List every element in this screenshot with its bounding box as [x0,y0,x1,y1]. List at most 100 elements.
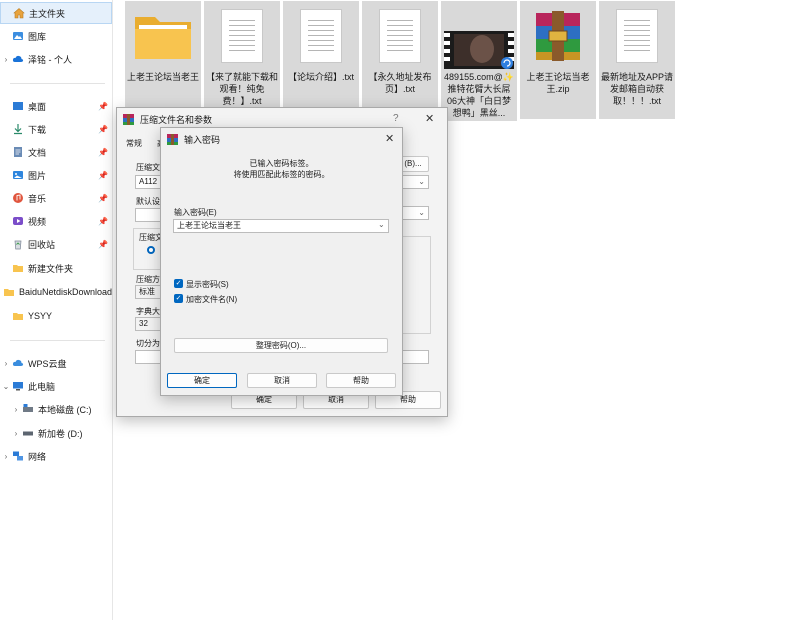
tab-general[interactable]: 常规 [126,138,142,149]
sidebar-item-label: 回收站 [28,239,56,250]
cloud-icon [12,357,24,369]
sidebar-item-label: 下载 [28,124,47,135]
sidebar-item-network[interactable]: › 网络 [0,445,112,467]
ok-button[interactable]: 确定 [167,373,237,388]
compression-method-label: 压缩方 [136,275,160,284]
encrypt-filenames-label: 加密文件名(N) [186,295,238,304]
video-thumbnail [444,31,514,69]
home-icon [13,7,25,19]
file-tile-txt[interactable]: 【来了就能下载和观看！纯免费！】.txt [204,1,280,119]
file-tile-video[interactable]: 489155.com@✨推特花臂大长屌06大神「白日梦想鸭」黑丝... [441,1,517,121]
text-file-icon [616,9,658,63]
sidebar-item-music[interactable]: 音乐 📌 [0,187,112,209]
text-file-icon [221,9,263,63]
show-password-label: 显示密码(S) [186,280,229,289]
file-tile-folder[interactable]: 上老王论坛当老王 [125,1,201,119]
sidebar-item-label: 新加卷 (D:) [38,428,83,439]
sidebar-item-drive-d[interactable]: › 新加卷 (D:) [0,422,112,444]
format-radio[interactable] [147,246,155,254]
pin-icon: 📌 [98,147,108,157]
chevron-right-icon[interactable]: › [0,452,12,461]
document-icon [12,146,24,158]
message-line: 已输入密码标签。 [249,159,314,168]
sidebar-item-label: 本地磁盘 (C:) [38,404,92,415]
folder-icon [135,17,191,59]
chevron-right-icon[interactable]: › [10,429,22,438]
sidebar-item-baidunetdisk[interactable]: BaiduNetdiskDownload [0,281,112,303]
text-file-icon [300,9,342,63]
password-input[interactable]: 上老王论坛当老王 [173,219,389,233]
desktop-icon [12,100,24,112]
cancel-button[interactable]: 取消 [247,373,317,388]
picture-icon [12,169,24,181]
sidebar-item-documents[interactable]: 文档 📌 [0,141,112,163]
password-message: 已输入密码标签。 将使用匹配此标签的密码。 [161,158,402,180]
file-tile-txt[interactable]: 【永久地址发布页】.txt [362,1,438,119]
file-tile-txt[interactable]: 【论坛介绍】.txt [283,1,359,119]
dialog-title: 压缩文件名和参数 [140,114,213,125]
sidebar-item-label: YSYY [28,311,53,321]
dialog-title: 输入密码 [184,134,221,145]
sidebar-item-label: 主文件夹 [29,8,66,19]
sidebar-item-label: 泽铭 - 个人 [28,54,72,65]
sidebar-item-gallery[interactable]: 图库 [0,25,112,47]
sidebar-item-label: 桌面 [28,101,47,112]
sidebar-divider [10,340,105,341]
sidebar-item-label: WPS云盘 [28,358,67,369]
winrar-icon [167,133,178,145]
sidebar-item-label: 网络 [28,451,47,462]
file-name: 489155.com@✨推特花臂大长屌06大神「白日梦想鸭」黑丝... [444,72,514,118]
video-icon [12,215,24,227]
close-icon[interactable]: ✕ [425,112,434,125]
winrar-archive-icon [536,11,580,61]
pin-icon: 📌 [98,170,108,180]
file-name: 【论坛介绍】.txt [287,72,354,82]
chevron-down-icon[interactable]: ⌄ [378,220,385,229]
computer-icon [12,380,24,392]
password-label: 输入密码(E) [174,208,217,217]
dialog-titlebar: 输入密码 [161,128,402,150]
sidebar-item-videos[interactable]: 视频 📌 [0,210,112,232]
recycle-bin-icon [12,238,24,250]
show-password-checkbox[interactable]: ✓ [174,279,183,288]
sidebar-item-label: BaiduNetdiskDownload [18,287,112,297]
chevron-right-icon[interactable]: › [10,405,22,414]
drive-icon [22,403,34,415]
cloud-icon [12,53,24,65]
sidebar-item-label: 图片 [28,170,47,181]
chevron-down-icon: ⌄ [418,208,425,217]
sidebar-item-label: 文档 [28,147,47,158]
folder-icon [12,310,24,322]
chevron-down-icon[interactable]: ⌄ [0,382,12,391]
sidebar-item-label: 音乐 [28,193,47,204]
sidebar-item-new-folder[interactable]: 新建文件夹 [0,257,112,279]
file-tile-zip[interactable]: 上老王论坛当老王.zip [520,1,596,119]
sidebar-item-ysyy[interactable]: YSYY [0,305,112,327]
sidebar-item-drive-c[interactable]: › 本地磁盘 (C:) [0,398,112,420]
file-name: 上老王论坛当老王 [127,72,199,82]
organize-passwords-button[interactable]: 整理密码(O)... [174,338,388,353]
sidebar-item-onedrive[interactable]: › 泽铭 - 个人 [0,48,112,70]
close-icon[interactable]: ✕ [385,132,394,145]
sidebar-item-recycle-bin[interactable]: 回收站 📌 [0,233,112,255]
chevron-right-icon[interactable]: › [0,55,12,64]
password-dialog: 输入密码 ✕ 已输入密码标签。 将使用匹配此标签的密码。 输入密码(E) 上老王… [160,127,403,396]
navigation-pane: 主文件夹 图库 › 泽铭 - 个人 桌面 📌 下载 📌 文档 📌 图片 📌 音乐… [0,0,113,620]
sidebar-item-wps-cloud[interactable]: › WPS云盘 [0,352,112,374]
file-name: 【永久地址发布页】.txt [368,72,432,94]
folder-icon [3,286,15,298]
chevron-right-icon[interactable]: › [0,359,12,368]
encrypt-filenames-checkbox[interactable]: ✓ [174,294,183,303]
help-button[interactable]: 帮助 [326,373,396,388]
file-tile-txt[interactable]: 最新地址及APP请发邮箱自动获取！！！.txt [599,1,675,119]
sidebar-item-label: 新建文件夹 [28,263,74,274]
pin-icon: 📌 [98,101,108,111]
text-file-icon [379,9,421,63]
sidebar-item-home[interactable]: 主文件夹 [0,2,112,24]
help-icon[interactable]: ? [393,113,399,124]
sidebar-item-downloads[interactable]: 下载 📌 [0,118,112,140]
sidebar-item-desktop[interactable]: 桌面 📌 [0,95,112,117]
file-name: 上老王论坛当老王.zip [526,72,590,94]
sidebar-item-this-pc[interactable]: ⌄ 此电脑 [0,375,112,397]
sidebar-item-pictures[interactable]: 图片 📌 [0,164,112,186]
